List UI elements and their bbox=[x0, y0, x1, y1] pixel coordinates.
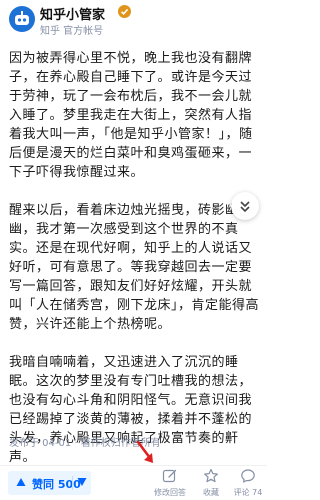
avatar[interactable] bbox=[9, 6, 35, 32]
favorite-label: 收藏 bbox=[203, 488, 219, 497]
comment-label: 评论 74 bbox=[233, 488, 263, 497]
edit-pencil-icon bbox=[162, 469, 177, 483]
author-header[interactable]: 知乎小管家 知乎 官方帐号 bbox=[0, 0, 267, 44]
edit-answer-label: 修改回答 bbox=[154, 488, 186, 497]
vote-divider bbox=[72, 476, 73, 490]
comment-bubble-icon bbox=[241, 469, 255, 483]
favorite-button[interactable]: 收藏 bbox=[192, 468, 230, 500]
triangle-down-icon[interactable] bbox=[77, 477, 87, 487]
annotation-arrow-icon bbox=[136, 441, 153, 463]
chevron-down-icon bbox=[240, 201, 250, 213]
author-name[interactable]: 知乎小管家 bbox=[40, 4, 105, 23]
answer-paragraph-1: 因为被弄得心里不悦，晚上我也没有翻牌子，在养心殿自己睡下了。或许是今天过于劳神，… bbox=[9, 51, 253, 180]
answer-content: 因为被弄得心里不悦，晚上我也没有翻牌子，在养心殿自己睡下了。或许是今天过于劳神，… bbox=[9, 49, 261, 476]
comment-button[interactable]: 评论 74 bbox=[229, 468, 267, 500]
edit-answer-button[interactable]: 修改回答 bbox=[151, 468, 189, 500]
expand-button[interactable] bbox=[231, 192, 259, 220]
answer-paragraph-3: 我暗自喃喃着，又迅速进入了沉沉的睡眠。这次的梦里没有专门吐槽我的想法，也没有勾心… bbox=[9, 355, 253, 465]
bottom-action-bar: 赞同 500 修改回答 收藏 评论 74 bbox=[0, 465, 267, 500]
author-description: 知乎 官方帐号 bbox=[40, 26, 104, 37]
answer-paragraph-2: 醒来以后，看着床边烛光摇曳，砖影幽幽，我才第一次感受到这个世界的不真实。还是在现… bbox=[9, 203, 260, 332]
answer-page: 知乎小管家 知乎 官方帐号 因为被弄得心里不悦，晚上我也没有翻牌子，在养心殿自己… bbox=[0, 0, 267, 500]
vote-button[interactable]: 赞同 500 bbox=[8, 471, 91, 495]
vote-label: 赞同 500 bbox=[32, 478, 81, 491]
verified-badge-icon bbox=[118, 5, 131, 18]
star-icon bbox=[204, 468, 218, 483]
triangle-up-icon bbox=[16, 478, 26, 486]
